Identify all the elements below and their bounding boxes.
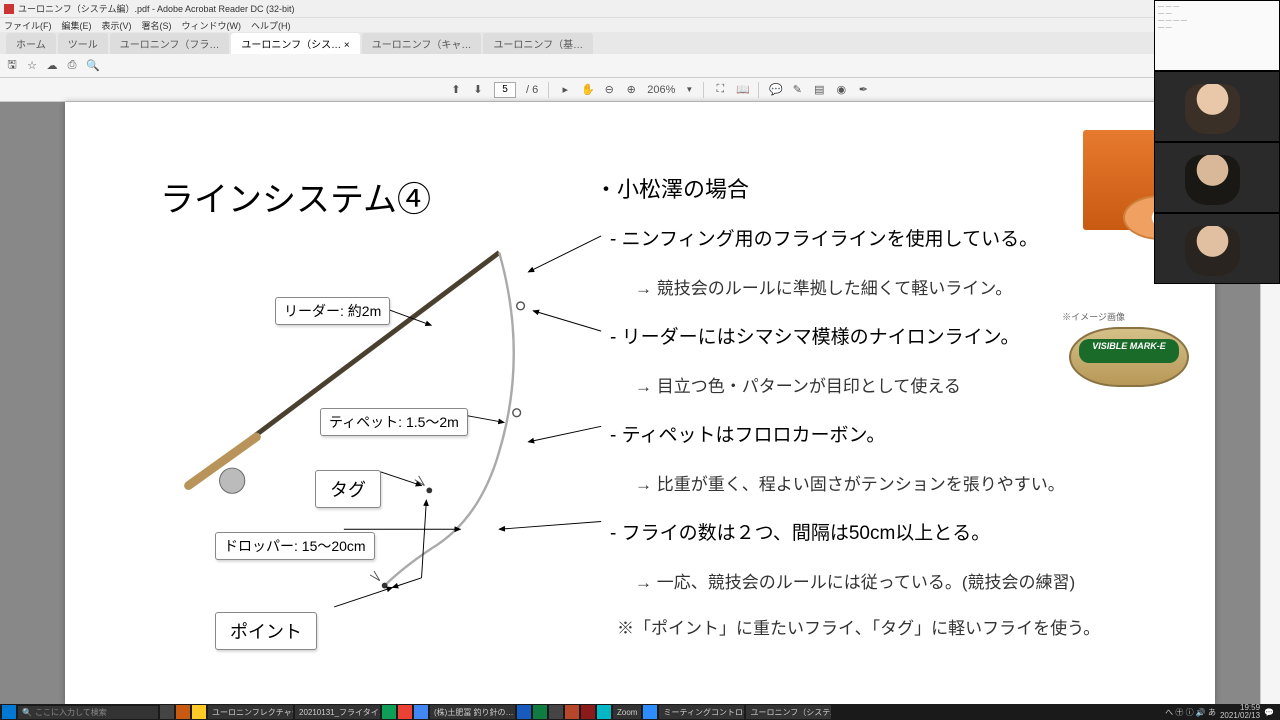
video-notes-cell[interactable]: — — —— —— — — —— — [1154, 0, 1280, 71]
system-tray[interactable]: へ ㊉ ⓘ 🔊 あ 19:592021/02/13 💬 [1165, 704, 1278, 720]
taskbar-item[interactable]: ユーロニンフ（システム… [746, 705, 831, 719]
taskbar-icon[interactable] [414, 705, 428, 719]
taskbar-icon[interactable] [382, 705, 396, 719]
star-icon[interactable]: ☆ [26, 59, 38, 72]
pdf-icon [4, 4, 14, 14]
product-label: VISIBLE MARK-E [1079, 339, 1179, 363]
fit-icon[interactable]: ⛶ [714, 83, 726, 96]
save-icon[interactable]: 🖫 [6, 56, 18, 75]
menu-file[interactable]: ファイル(F) [4, 19, 52, 32]
hand-icon[interactable]: ✋ [581, 83, 593, 96]
sign-icon[interactable]: ✒ [857, 83, 869, 96]
start-button[interactable] [2, 705, 16, 719]
section-heading: ・小松澤の場合 [595, 172, 749, 204]
stamp-icon[interactable]: ◉ [835, 83, 847, 96]
comment-icon[interactable]: 💬 [769, 83, 781, 96]
windows-taskbar: 🔍 ここに入力して検索 ユーロニンフレクチャー 20210131_フライタイ… … [0, 704, 1280, 720]
page-number-input[interactable] [494, 82, 516, 98]
explorer-icon[interactable] [192, 705, 206, 719]
page-down-icon[interactable]: ⬇ [472, 83, 484, 96]
slide-title: ラインシステム④ [160, 172, 431, 221]
document-tabs: ホーム ツール ユーロニンフ（フラ… ユーロニンフ（シス… × ユーロニンフ（キ… [0, 32, 1280, 54]
taskbar-item[interactable]: 20210131_フライタイ… [295, 705, 380, 719]
highlight-icon[interactable]: ▤ [813, 83, 825, 96]
taskbar-icon[interactable] [581, 705, 595, 719]
pen-icon[interactable]: ✎ [791, 83, 803, 96]
video-participant-2[interactable] [1154, 142, 1280, 213]
taskbar-icon[interactable] [517, 705, 531, 719]
zoom-level[interactable]: 206% [647, 84, 675, 96]
sub-line-2: → 目立つ色・パターンが目印として使える [635, 372, 961, 397]
pdf-page: ラインシステム④ ・小松澤の場合 - ニンフィング用のフライラインを使用している… [65, 102, 1215, 704]
tab-tools[interactable]: ツール [58, 33, 108, 54]
video-participant-1[interactable] [1154, 71, 1280, 142]
window-titlebar: ユーロニンフ（システム編）.pdf - Adobe Acrobat Reader… [0, 0, 1280, 18]
taskbar-item[interactable]: (株)土肥冨 釣り針の… [430, 705, 515, 719]
read-icon[interactable]: 📖 [736, 83, 748, 96]
label-dropper: ドロッパー: 15～20cm [215, 532, 375, 560]
cloud-icon[interactable]: ☁ [46, 59, 58, 72]
tab-doc-2[interactable]: ユーロニンフ（シス… × [231, 33, 359, 54]
taskbar-icon[interactable] [176, 705, 190, 719]
cursor-icon[interactable]: ▸ [559, 83, 571, 96]
video-panel: — — —— —— — — —— — [1154, 0, 1280, 284]
video-participant-3[interactable] [1154, 213, 1280, 284]
nav-toolbar: ⬆ ⬇ / 6 ▸ ✋ ⊖ ⊕ 206%▼ ⛶ 📖 💬 ✎ ▤ ◉ ✒ [0, 78, 1280, 102]
product-visible-mark: VISIBLE MARK-E [1069, 327, 1189, 387]
tab-doc-1[interactable]: ユーロニンフ（フラ… [110, 33, 230, 54]
menu-bar: ファイル(F) 編集(E) 表示(V) 署名(S) ウィンドウ(W) ヘルプ(H… [0, 18, 1280, 32]
label-tag: タグ [315, 470, 381, 508]
label-leader: リーダー: 約2m [275, 297, 390, 325]
image-caption: ※イメージ画像 [1062, 310, 1125, 323]
task-view-icon[interactable] [160, 705, 174, 719]
taskbar-search[interactable]: 🔍 ここに入力して検索 [18, 706, 158, 719]
sub-line-3: → 比重が重く、程よい固さがテンションを張りやすい。 [635, 470, 1065, 495]
taskbar-icon[interactable] [398, 705, 412, 719]
body-line-4: - フライの数は２つ、間隔は50cm以上とる。 [610, 518, 990, 545]
menu-sign[interactable]: 署名(S) [142, 19, 172, 32]
zoom-out-icon[interactable]: ⊖ [603, 83, 615, 96]
document-viewport[interactable]: ラインシステム④ ・小松澤の場合 - ニンフィング用のフライラインを使用している… [0, 102, 1280, 704]
window-title: ユーロニンフ（システム編）.pdf - Adobe Acrobat Reader… [18, 2, 295, 15]
note-line: ※「ポイント」に重たいフライ、「タグ」に軽いフライを使う。 [617, 614, 1100, 639]
taskbar-icon[interactable] [597, 705, 611, 719]
print-icon[interactable]: ⎙ [66, 59, 78, 72]
menu-edit[interactable]: 編集(E) [62, 19, 92, 32]
taskbar-icon[interactable] [549, 705, 563, 719]
menu-window[interactable]: ウィンドウ(W) [182, 19, 242, 32]
sub-line-4: → 一応、競技会のルールには従っている。(競技会の練習) [635, 568, 1075, 593]
label-tippet: ティペット: 1.5～2m [320, 408, 468, 436]
tab-home[interactable]: ホーム [6, 33, 56, 54]
page-total: / 6 [526, 84, 538, 96]
sub-line-1: → 競技会のルールに準拠した細くて軽いライン。 [635, 274, 1012, 299]
taskbar-item[interactable]: Zoom [613, 705, 641, 719]
search-icon[interactable]: 🔍 [86, 59, 98, 72]
menu-view[interactable]: 表示(V) [102, 19, 132, 32]
quick-toolbar: 🖫 ☆ ☁ ⎙ 🔍 [0, 54, 1280, 78]
taskbar-icon[interactable] [565, 705, 579, 719]
taskbar-item[interactable]: ミーティングコントロール [659, 705, 744, 719]
body-line-1: - ニンフィング用のフライラインを使用している。 [610, 224, 1038, 251]
zoom-in-icon[interactable]: ⊕ [625, 83, 637, 96]
body-line-2: - リーダーにはシマシマ模様のナイロンライン。 [610, 322, 1019, 349]
taskbar-icon[interactable] [533, 705, 547, 719]
page-up-icon[interactable]: ⬆ [450, 83, 462, 96]
tab-doc-4[interactable]: ユーロニンフ（基… [483, 33, 593, 54]
tab-doc-3[interactable]: ユーロニンフ（キャ… [362, 33, 482, 54]
taskbar-item[interactable]: ユーロニンフレクチャー [208, 705, 293, 719]
taskbar-icon[interactable] [643, 705, 657, 719]
menu-help[interactable]: ヘルプ(H) [251, 19, 291, 32]
label-point: ポイント [215, 612, 317, 650]
body-line-3: - ティペットはフロロカーボン。 [610, 420, 885, 447]
